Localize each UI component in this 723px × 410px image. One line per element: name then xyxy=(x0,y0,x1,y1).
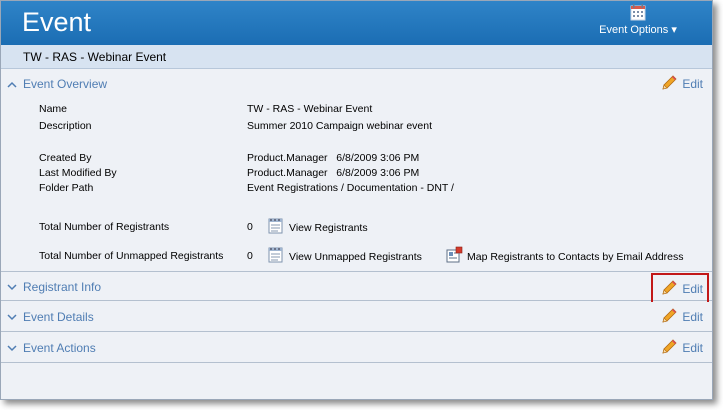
edit-actions-button[interactable]: Edit xyxy=(660,338,703,358)
chevron-up-icon[interactable] xyxy=(7,79,17,91)
edit-details-button[interactable]: Edit xyxy=(660,307,703,327)
description-value: Summer 2010 Campaign webinar event xyxy=(247,120,433,132)
section-title-actions: Event Actions xyxy=(23,341,96,355)
total-registrants-count: 0 xyxy=(247,221,253,233)
view-unmapped-registrants-link[interactable]: View Unmapped Registrants xyxy=(267,246,422,267)
name-value: TW - RAS - Webinar Event xyxy=(247,103,373,115)
edit-label: Edit xyxy=(682,341,703,355)
section-title-details: Event Details xyxy=(23,310,94,324)
total-unmapped-count: 0 xyxy=(247,250,253,262)
section-title-overview: Event Overview xyxy=(23,77,108,91)
list-icon xyxy=(267,217,285,238)
created-by-value: Product.Manager 6/8/2009 3:06 PM xyxy=(247,152,420,164)
name-label: Name xyxy=(39,103,68,115)
total-unmapped-label: Total Number of Unmapped Registrants xyxy=(39,250,224,262)
description-label: Description xyxy=(39,120,92,132)
map-registrants-label: Map Registrants to Contacts by Email Add… xyxy=(467,250,684,263)
overview-body: Name TW - RAS - Webinar Event Descriptio… xyxy=(1,101,712,271)
page-header: Event Event Options ▾ xyxy=(1,1,712,45)
pencil-icon xyxy=(660,74,678,95)
view-registrants-link[interactable]: View Registrants xyxy=(267,217,368,238)
pencil-icon xyxy=(660,279,678,300)
view-registrants-label: View Registrants xyxy=(289,221,368,234)
caret-down-icon: ▾ xyxy=(671,24,677,36)
folder-path-label: Folder Path xyxy=(39,182,94,194)
section-event-actions[interactable]: Event Actions Edit xyxy=(1,333,712,363)
event-subtitle: TW - RAS - Webinar Event xyxy=(23,50,167,64)
list-icon xyxy=(267,246,285,267)
edit-label: Edit xyxy=(682,77,703,91)
empty-area xyxy=(1,364,712,399)
section-event-overview[interactable]: Event Overview Edit xyxy=(1,69,712,99)
subtitle-bar: TW - RAS - Webinar Event xyxy=(1,45,712,69)
view-unmapped-label: View Unmapped Registrants xyxy=(289,250,422,263)
created-by-label: Created By xyxy=(39,152,92,164)
map-registrants-link[interactable]: Map Registrants to Contacts by Email Add… xyxy=(445,246,684,267)
edit-label: Edit xyxy=(682,310,703,324)
modified-by-value: Product.Manager 6/8/2009 3:06 PM xyxy=(247,167,420,179)
section-title-registrant-info: Registrant Info xyxy=(23,280,102,294)
calendar-icon xyxy=(598,4,678,22)
chevron-down-icon[interactable] xyxy=(7,282,17,294)
chevron-down-icon[interactable] xyxy=(7,312,17,324)
event-options-label: Event Options xyxy=(599,24,669,36)
edit-overview-button[interactable]: Edit xyxy=(660,74,703,94)
edit-label: Edit xyxy=(682,282,703,296)
event-options-menu[interactable]: Event Options ▾ xyxy=(598,4,678,36)
section-event-details[interactable]: Event Details Edit xyxy=(1,302,712,332)
modified-by-label: Last Modified By xyxy=(39,167,117,179)
folder-path-value: Event Registrations / Documentation - DN… xyxy=(247,182,454,194)
page-title: Event xyxy=(22,7,92,37)
pencil-icon xyxy=(660,307,678,328)
section-registrant-info[interactable]: Registrant Info Edit xyxy=(1,271,712,305)
event-window: Event Event Options ▾ TW - RAS - Webinar… xyxy=(0,0,713,400)
chevron-down-icon[interactable] xyxy=(7,343,17,355)
edit-registrant-info-button[interactable]: Edit xyxy=(651,273,709,305)
pencil-icon xyxy=(660,338,678,359)
map-contacts-icon xyxy=(445,246,463,267)
total-registrants-label: Total Number of Registrants xyxy=(39,221,170,233)
